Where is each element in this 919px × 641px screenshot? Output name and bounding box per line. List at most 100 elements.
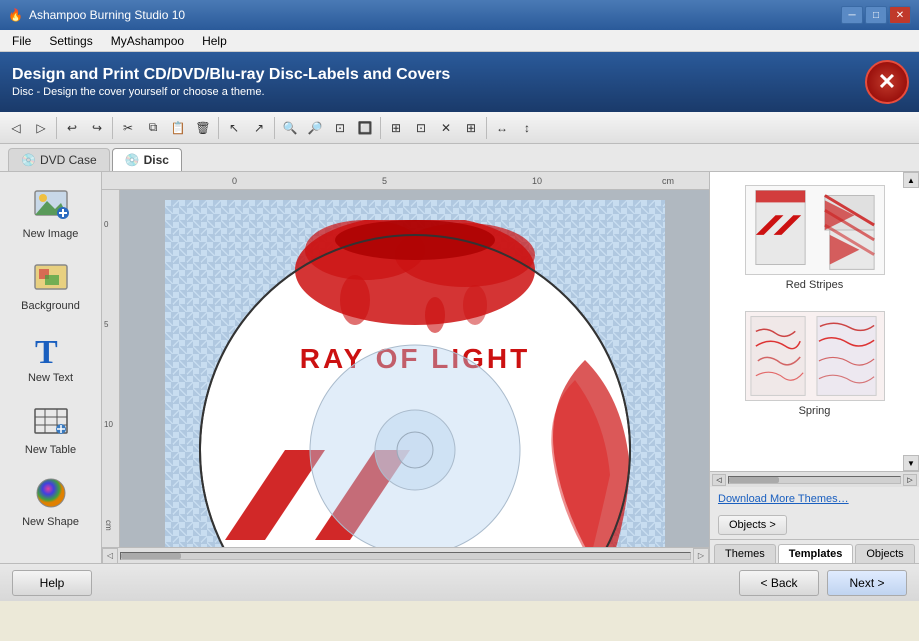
hscroll-track[interactable]: [120, 552, 691, 560]
panel-tab-objects[interactable]: Objects: [855, 544, 914, 563]
theme-red-stripes[interactable]: Red Stripes: [718, 180, 911, 296]
new-table-icon: [30, 400, 72, 442]
tabs: 💿 DVD Case 💿 Disc: [0, 144, 919, 172]
menu-help[interactable]: Help: [194, 32, 235, 50]
tb-forward[interactable]: ▷: [29, 116, 53, 140]
canvas-area: 0 5 10 cm 0 5 10 cm: [102, 172, 709, 563]
back-button[interactable]: < Back: [739, 570, 819, 596]
tb-sep-1: [56, 117, 57, 139]
header-banner: Design and Print CD/DVD/Blu-ray Disc-Lab…: [0, 52, 919, 112]
tb-align-bottom[interactable]: ⊞: [459, 116, 483, 140]
minimize-button[interactable]: ─: [841, 6, 863, 24]
background-icon: [30, 256, 72, 298]
menu-file[interactable]: File: [4, 32, 39, 50]
tb-sep-2: [112, 117, 113, 139]
themes-scroll-up[interactable]: ▲: [903, 172, 919, 188]
menu-myashampoo[interactable]: MyAshampoo: [103, 32, 192, 50]
tool-new-shape[interactable]: New Shape: [7, 465, 95, 535]
tb-zoom-out[interactable]: 🔎: [303, 116, 327, 140]
tool-background[interactable]: Background: [7, 249, 95, 319]
next-button[interactable]: Next >: [827, 570, 907, 596]
tb-delete[interactable]: 🗑: [191, 116, 215, 140]
header-text: Design and Print CD/DVD/Blu-ray Disc-Lab…: [12, 66, 450, 98]
new-image-icon: [30, 184, 72, 226]
themes-scroll-down[interactable]: ▼: [903, 455, 919, 471]
new-text-label: New Text: [28, 372, 73, 384]
themes-hscroll[interactable]: ◁ ▷: [710, 471, 919, 487]
toolbar: ◁ ▷ ↩ ↪ ✂ ⧉ 📋 🗑 ↖ ↗ 🔍 🔎 ⊡ 🔲 ⊞ ⊡ ✕ ⊞ ↔ ↕: [0, 112, 919, 144]
dvd-case-icon: 💿: [21, 153, 36, 167]
themes-hscroll-left[interactable]: ◁: [712, 474, 726, 486]
themes-hscroll-thumb[interactable]: [729, 477, 779, 483]
tb-sep-6: [486, 117, 487, 139]
scroll-left-arrow[interactable]: ◁: [102, 548, 118, 564]
tb-copy[interactable]: ⧉: [141, 116, 165, 140]
hscroll-bar[interactable]: ◁ ▷: [102, 547, 709, 563]
panel-tabs: Themes Templates Objects: [710, 539, 919, 563]
themes-hscroll-track[interactable]: [728, 476, 901, 484]
tb-align-right[interactable]: ⊡: [409, 116, 433, 140]
theme-spring[interactable]: Spring: [718, 306, 911, 422]
panel-tab-templates[interactable]: Templates: [778, 544, 854, 563]
themes-hscroll-right[interactable]: ▷: [903, 474, 917, 486]
tb-sep-5: [380, 117, 381, 139]
canvas-content: RAY OF LIGHT: [165, 200, 665, 547]
objects-btn-row: Objects >: [710, 511, 919, 539]
scroll-right-arrow[interactable]: ▷: [693, 548, 709, 564]
theme-red-stripes-preview: [745, 185, 885, 275]
tb-zoom-fit[interactable]: ⊡: [328, 116, 352, 140]
header-subtitle: Disc - Design the cover yourself or choo…: [12, 86, 450, 98]
new-shape-label: New Shape: [22, 516, 79, 528]
tab-dvd-case-label: DVD Case: [40, 153, 97, 167]
title-bar: 🔥 Ashampoo Burning Studio 10 ─ □ ✕: [0, 0, 919, 30]
tb-zoom-in[interactable]: 🔍: [278, 116, 302, 140]
tb-undo[interactable]: ↩: [60, 116, 84, 140]
header-close-icon[interactable]: ✕: [865, 60, 909, 104]
tb-deselect[interactable]: ↗: [247, 116, 271, 140]
window-controls: ─ □ ✕: [841, 6, 911, 24]
maximize-button[interactable]: □: [865, 6, 887, 24]
tb-paste[interactable]: 📋: [166, 116, 190, 140]
disc-icon: 💿: [125, 153, 140, 167]
new-table-label: New Table: [25, 444, 76, 456]
title-text: Ashampoo Burning Studio 10: [29, 8, 841, 22]
tb-flip-h[interactable]: ↔: [490, 116, 514, 140]
bottom-bar: Help < Back Next >: [0, 563, 919, 601]
ruler-mark-cm: cm: [662, 176, 674, 186]
theme-spring-preview: [745, 311, 885, 401]
help-button[interactable]: Help: [12, 570, 92, 596]
canvas-scroll[interactable]: RAY OF LIGHT: [120, 190, 709, 547]
ruler-mark-10: 10: [532, 176, 542, 186]
new-image-label: New Image: [23, 228, 79, 240]
svg-text:T: T: [35, 334, 58, 369]
app-icon: 🔥: [8, 8, 23, 22]
tb-select[interactable]: ↖: [222, 116, 246, 140]
left-panel: New Image Background T New Text: [0, 172, 102, 563]
tb-flip-v[interactable]: ↕: [515, 116, 539, 140]
ruler-mark-5: 5: [382, 176, 387, 186]
tool-new-text[interactable]: T New Text: [7, 321, 95, 391]
close-button[interactable]: ✕: [889, 6, 911, 24]
tb-redo[interactable]: ↪: [85, 116, 109, 140]
tb-back[interactable]: ◁: [4, 116, 28, 140]
tb-align-left[interactable]: ⊞: [384, 116, 408, 140]
tab-dvd-case[interactable]: 💿 DVD Case: [8, 148, 110, 171]
new-shape-icon: [30, 472, 72, 514]
menu-settings[interactable]: Settings: [41, 32, 100, 50]
menu-bar: File Settings MyAshampoo Help: [0, 30, 919, 52]
tb-cut[interactable]: ✂: [116, 116, 140, 140]
tool-new-table[interactable]: New Table: [7, 393, 95, 463]
tb-sep-3: [218, 117, 219, 139]
tb-align-top[interactable]: ✕: [434, 116, 458, 140]
ruler-mark-0: 0: [232, 176, 237, 186]
tb-zoom-100[interactable]: 🔲: [353, 116, 377, 140]
objects-button[interactable]: Objects >: [718, 515, 787, 535]
disc-svg: RAY OF LIGHT: [185, 220, 645, 547]
hscroll-thumb[interactable]: [121, 553, 181, 559]
download-more-themes-link[interactable]: Download More Themes…: [710, 487, 919, 511]
panel-tab-themes[interactable]: Themes: [714, 544, 776, 563]
tab-disc-label: Disc: [144, 153, 169, 167]
tool-new-image[interactable]: New Image: [7, 177, 95, 247]
background-label: Background: [21, 300, 80, 312]
tab-disc[interactable]: 💿 Disc: [112, 148, 182, 171]
